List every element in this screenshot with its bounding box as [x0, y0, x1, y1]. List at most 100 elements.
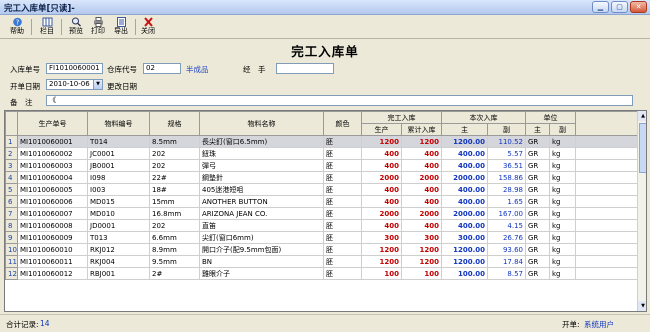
cell-produce: 1200 [361, 243, 402, 256]
cell-unit-sub: kg [549, 171, 576, 184]
cell-unit-main: GR [525, 171, 550, 184]
cell-spec: 16.8mm [149, 207, 200, 220]
cell-prod-no: MI1010060002 [17, 147, 88, 160]
col-header-item-name[interactable]: 物料名称 [199, 111, 324, 136]
col-header-spec[interactable]: 规格 [149, 111, 200, 136]
cell-item-code: T014 [87, 135, 150, 148]
table-row[interactable]: 11 MI1010060011 RKJ004 9.5mm BN 胚 1200 1… [5, 255, 638, 268]
cell-main: 1200.00 [441, 255, 488, 268]
help-button[interactable]: ? 帮助 [6, 17, 28, 38]
cell-prod-no: MI1010060012 [17, 267, 88, 280]
remark-field[interactable]: 《 [46, 95, 633, 106]
export-button[interactable]: 导出 [110, 17, 132, 38]
table-row[interactable]: 2 MI1010060002 JC0001 202 鈕珠 胚 400 400 4… [5, 147, 638, 160]
cell-unit-sub: kg [549, 231, 576, 244]
preview-button[interactable]: 预览 [65, 17, 87, 38]
col-header-prod-no[interactable]: 生产单号 [17, 111, 88, 136]
cell-sub: 5.57 [487, 147, 526, 160]
cell-spec: 202 [149, 219, 200, 232]
close-button[interactable]: 关闭 [137, 17, 159, 38]
table-row[interactable]: 12 MI1010060012 RBJ001 2# 雞眼介子 胚 100 100… [5, 267, 638, 280]
cell-cum: 400 [401, 159, 442, 172]
col-header-unit-sub[interactable]: 副 [549, 123, 576, 136]
cell-main: 2000.00 [441, 171, 488, 184]
table-row[interactable]: 10 MI1010060010 RKJ012 8.9mm 開口介子(配9.5mm… [5, 243, 638, 256]
col-header-item-code[interactable]: 物料编号 [87, 111, 150, 136]
cell-blank [575, 219, 638, 232]
cell-spec: 15mm [149, 195, 200, 208]
cell-item-code: RKJ004 [87, 255, 150, 268]
cell-spec: 9.5mm [149, 255, 200, 268]
columns-button[interactable]: 栏目 [36, 17, 58, 38]
cell-cum: 400 [401, 195, 442, 208]
col-header-cum[interactable]: 累计入库 [401, 123, 442, 136]
chevron-down-icon[interactable]: ▼ [93, 80, 102, 89]
col-header-main[interactable]: 主 [441, 123, 488, 136]
maximize-button[interactable]: ▢ [611, 1, 628, 13]
cell-unit-main: GR [525, 147, 550, 160]
cell-cum: 400 [401, 147, 442, 160]
cell-color: 胚 [323, 159, 362, 172]
table-row[interactable]: 5 MI1010060005 I003 18# 405迷港短咀 胚 400 40… [5, 183, 638, 196]
cell-color: 胚 [323, 243, 362, 256]
cell-spec: 202 [149, 147, 200, 160]
col-header-produce[interactable]: 生产 [361, 123, 402, 136]
cell-unit-main: GR [525, 243, 550, 256]
cell-produce: 400 [361, 147, 402, 160]
scroll-thumb[interactable] [639, 123, 646, 173]
cell-main: 400.00 [441, 219, 488, 232]
cell-unit-sub: kg [549, 267, 576, 280]
cell-cum: 300 [401, 231, 442, 244]
help-icon: ? [12, 17, 22, 27]
col-header-color[interactable]: 颜色 [323, 111, 362, 136]
cell-item-name: 彈弓 [199, 159, 324, 172]
date-label: 开单日期 [10, 82, 40, 91]
cell-color: 胚 [323, 147, 362, 160]
col-group-done: 完工入库 [361, 111, 442, 124]
scroll-up-icon[interactable]: ▲ [638, 111, 646, 121]
window-title: 完工入库单[只读]- [4, 4, 75, 14]
table-row[interactable]: 1 MI1010060001 T014 8.5mm 長尖釘(窗口6.5mm) 胚… [5, 135, 638, 148]
table-row[interactable]: 4 MI1010060004 I098 22# 鋼墊針 胚 2000 2000 … [5, 171, 638, 184]
table-row[interactable]: 9 MI1010060009 T013 6.6mm 尖釘(窗口6mm) 胚 30… [5, 231, 638, 244]
row-number: 1 [5, 135, 18, 148]
cell-blank [575, 183, 638, 196]
col-header-unit-main[interactable]: 主 [525, 123, 550, 136]
scroll-down-icon[interactable]: ▼ [638, 301, 646, 311]
detail-table: 生产单号 物料编号 规格 物料名称 颜色 完工入库 本次入库 单位 生产 累计入… [5, 111, 638, 280]
cell-sub: 167.00 [487, 207, 526, 220]
print-button[interactable]: 打印 [87, 17, 109, 38]
cell-main: 100.00 [441, 267, 488, 280]
cell-unit-main: GR [525, 195, 550, 208]
cell-item-name: 長尖釘(窗口6.5mm) [199, 135, 324, 148]
cell-unit-main: GR [525, 159, 550, 172]
cell-produce: 400 [361, 159, 402, 172]
window-close-button[interactable]: ✕ [630, 1, 647, 13]
toolbar-separator [31, 19, 32, 35]
cell-sub: 36.51 [487, 159, 526, 172]
cell-blank [575, 255, 638, 268]
table-row[interactable]: 7 MI1010060007 MD010 16.8mm ARIZONA JEAN… [5, 207, 638, 220]
table-row[interactable]: 6 MI1010060006 MD015 15mm ANOTHER BUTTON… [5, 195, 638, 208]
creator-name: 系统用户 [584, 320, 614, 329]
cell-main: 1200.00 [441, 243, 488, 256]
preview-icon [71, 17, 81, 27]
warehouse-name-link[interactable]: 半成品 [186, 64, 209, 75]
minimize-button[interactable]: ▁ [592, 1, 609, 13]
cell-unit-sub: kg [549, 135, 576, 148]
total-count: 14 [40, 319, 50, 328]
warehouse-field[interactable]: 02 [143, 63, 181, 74]
cell-prod-no: MI1010060010 [17, 243, 88, 256]
order-no-field[interactable]: FI1010060001 [46, 63, 103, 74]
handler-field[interactable] [276, 63, 334, 74]
table-row[interactable]: 3 MI1010060003 JB0001 202 彈弓 胚 400 400 4… [5, 159, 638, 172]
vertical-scrollbar[interactable]: ▲ ▼ [637, 111, 646, 311]
col-header-sub[interactable]: 副 [487, 123, 526, 136]
toolbar-separator [61, 19, 62, 35]
cell-cum: 400 [401, 219, 442, 232]
handler-label: 经 手 [243, 65, 266, 74]
table-row[interactable]: 8 MI1010060008 JD0001 202 直笛 胚 400 400 4… [5, 219, 638, 232]
cell-produce: 400 [361, 195, 402, 208]
modify-date-label: 更改日期 [107, 82, 137, 91]
cell-item-name: 直笛 [199, 219, 324, 232]
